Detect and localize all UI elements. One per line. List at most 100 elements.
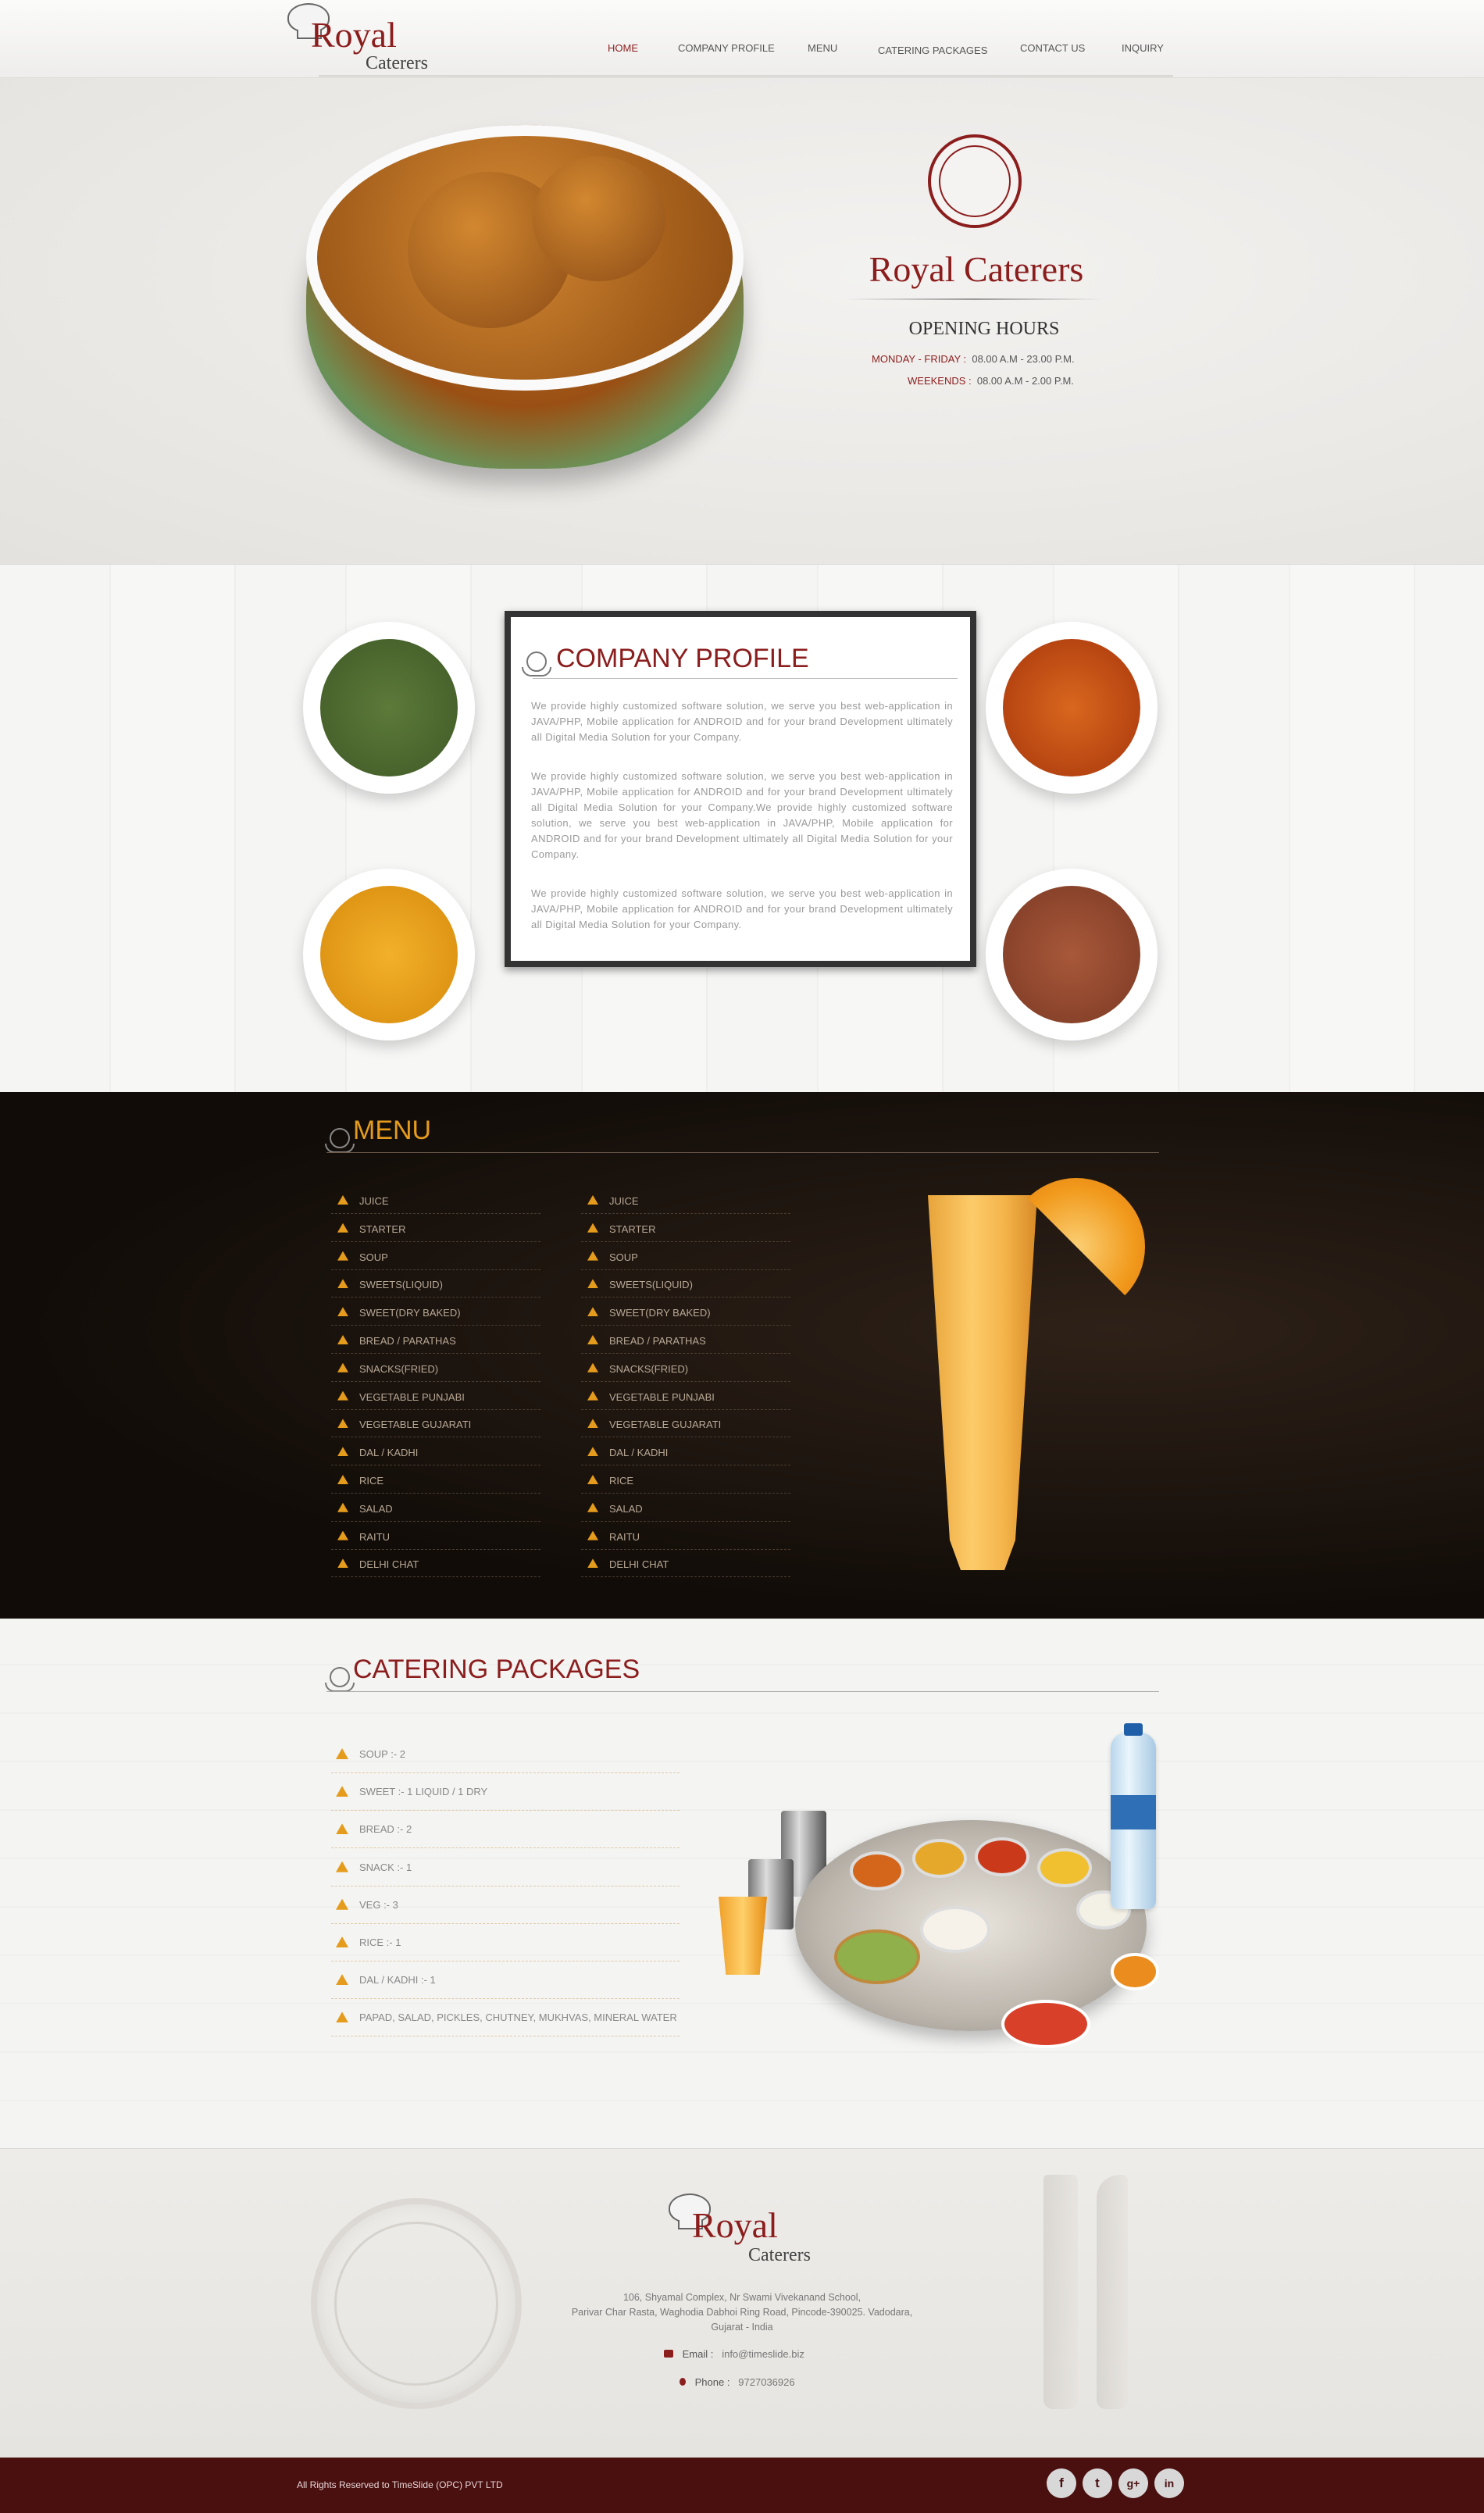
menu-item[interactable]: SWEET(DRY BAKED) [581,1298,790,1326]
chef-hat-bullet-icon [587,1195,598,1205]
menu-item-label: SOUP [609,1251,638,1263]
twitter-icon[interactable]: t [1083,2468,1112,2498]
catering-item-label: VEG :- 3 [359,1898,398,1911]
address-line-2: Parivar Char Rasta, Waghodia Dabhoi Ring… [571,2307,913,2318]
weekday-label: MONDAY - FRIDAY : [872,353,967,365]
site-logo[interactable]: Royal Caterers [287,3,459,75]
menu-item[interactable]: SOUP [331,1242,540,1270]
chef-hat-bullet-icon [336,1823,348,1835]
catering-item: SOUP :- 2 [331,1736,680,1773]
menu-item[interactable]: SALAD [331,1494,540,1522]
email-value[interactable]: info@timeslide.biz [722,2348,804,2360]
phone-value[interactable]: 9727036926 [738,2376,794,2388]
chef-hat-bullet-icon [336,1898,348,1910]
menu-item[interactable]: DELHI CHAT [581,1549,790,1578]
menu-item[interactable]: SNACKS(FRIED) [581,1354,790,1382]
menu-item[interactable]: RAITU [581,1522,790,1550]
chef-hat-bullet-icon [337,1279,348,1289]
address-line-1: 106, Shyamal Complex, Nr Swami Vivekanan… [622,2292,862,2303]
nav-company-profile[interactable]: COMPANY PROFILE [678,42,775,54]
menu-item[interactable]: VEGETABLE GUJARATI [581,1409,790,1438]
chef-hat-bullet-icon [337,1362,348,1373]
linkedin-icon[interactable]: in [1154,2468,1184,2498]
thali-plate-image [795,1820,1147,2031]
chef-hat-bullet-icon [337,1223,348,1233]
chef-hat-bullet-icon [337,1251,348,1261]
chef-hat-bullet-icon [336,2011,348,2023]
menu-item[interactable]: SOUP [581,1242,790,1270]
menu-item[interactable]: DAL / KADHI [331,1437,540,1466]
chef-hat-bullet-icon [587,1251,598,1261]
chef-hat-bullet-icon [336,1748,348,1759]
menu-item[interactable]: VEGETABLE PUNJABI [331,1382,540,1410]
menu-item[interactable]: RICE [331,1465,540,1494]
chef-hat-bullet-icon [336,1861,348,1872]
menu-item-label: SWEET(DRY BAKED) [609,1307,711,1319]
logo-caterers-text: Caterers [366,53,428,73]
catering-item: PAPAD, SALAD, PICKLES, CHUTNEY, MUKHVAS,… [331,1999,680,2037]
menu-item-label: RAITU [359,1530,390,1543]
menu-item-label: DAL / KADHI [609,1447,669,1459]
chef-hat-bullet-icon [587,1390,598,1401]
catering-item: SNACK :- 1 [331,1849,680,1887]
catering-item-label: PAPAD, SALAD, PICKLES, CHUTNEY, MUKHVAS,… [359,2011,677,2024]
chef-hat-bullet-icon [587,1223,598,1233]
fork-icon [1043,2175,1078,2409]
profile-paragraph-1: We provide highly customized software so… [531,700,953,743]
company-profile-title: COMPANY PROFILE [556,644,809,673]
watermark-emblem-icon [311,2198,522,2409]
weekend-value: 08.00 A.M - 2.00 P.M. [976,375,1074,387]
menu-item-label: SNACKS(FRIED) [359,1362,439,1375]
address-line-3: Gujarat - India [711,2322,773,2333]
juice-glass-image [719,1897,767,1975]
menu-item[interactable]: BREAD / PARATHAS [331,1326,540,1354]
catering-item-label: BREAD :- 2 [359,1823,412,1836]
menu-item[interactable]: SWEETS(LIQUID) [331,1269,540,1298]
chef-hat-bullet-icon [337,1419,348,1429]
catering-item: SWEET :- 1 LIQUID / 1 DRY [331,1773,680,1812]
chef-hat-bullet-icon [336,1937,348,1947]
menu-item-label: STARTER [609,1223,656,1235]
menu-item-label: SNACKS(FRIED) [609,1362,689,1375]
menu-item[interactable]: SWEETS(LIQUID) [581,1269,790,1298]
menu-item[interactable]: SWEET(DRY BAKED) [331,1298,540,1326]
footer-logo-caterers-text: Caterers [748,2245,811,2265]
menu-title: MENU [353,1116,432,1145]
weekday-value: 08.00 A.M - 23.00 P.M. [972,353,1075,365]
footer-logo[interactable]: Royal Caterers [669,2194,825,2272]
catering-item-label: RICE :- 1 [359,1937,401,1948]
nav-menu[interactable]: MENU [808,42,837,54]
menu-item[interactable]: BREAD / PARATHAS [581,1326,790,1354]
hero-food-bowl-image [306,125,744,469]
google-plus-icon[interactable]: g+ [1118,2468,1148,2498]
menu-item[interactable]: JUICE [581,1186,790,1214]
menu-item[interactable]: DAL / KADHI [581,1437,790,1466]
menu-item-label: SWEETS(LIQUID) [609,1279,693,1291]
menu-item[interactable]: RAITU [331,1522,540,1550]
menu-item[interactable]: SNACKS(FRIED) [331,1354,540,1382]
chef-hat-bullet-icon [336,1974,348,1986]
nav-home[interactable]: HOME [608,42,638,54]
nav-inquiry[interactable]: INQUIRY [1122,42,1164,54]
turmeric-bowl-image [303,869,475,1041]
menu-item[interactable]: RICE [581,1465,790,1494]
chef-hat-bullet-icon [587,1530,598,1540]
menu-item-label: VEGETABLE PUNJABI [359,1390,465,1403]
menu-item-label: RAITU [609,1530,640,1543]
menu-item[interactable]: STARTER [331,1214,540,1242]
facebook-icon[interactable]: f [1047,2468,1076,2498]
menu-item[interactable]: STARTER [581,1214,790,1242]
nav-catering-packages[interactable]: CATERING PACKAGES [878,45,987,56]
menu-item[interactable]: DELHI CHAT [331,1549,540,1578]
chili-bowl-image [986,622,1158,794]
menu-item[interactable]: VEGETABLE GUJARATI [331,1409,540,1438]
nav-contact-us[interactable]: CONTACT US [1020,42,1085,54]
chef-hat-bullet-icon [587,1335,598,1344]
weekend-hours: WEEKENDS : 08.00 A.M - 2.00 P.M. [908,375,1074,387]
menu-item[interactable]: JUICE [331,1186,540,1214]
menu-item[interactable]: VEGETABLE PUNJABI [581,1382,790,1410]
hero-title: Royal Caterers [869,249,1084,289]
chef-hat-bullet-icon [587,1279,598,1289]
logo-royal-text: Royal [311,15,397,55]
menu-item[interactable]: SALAD [581,1494,790,1522]
